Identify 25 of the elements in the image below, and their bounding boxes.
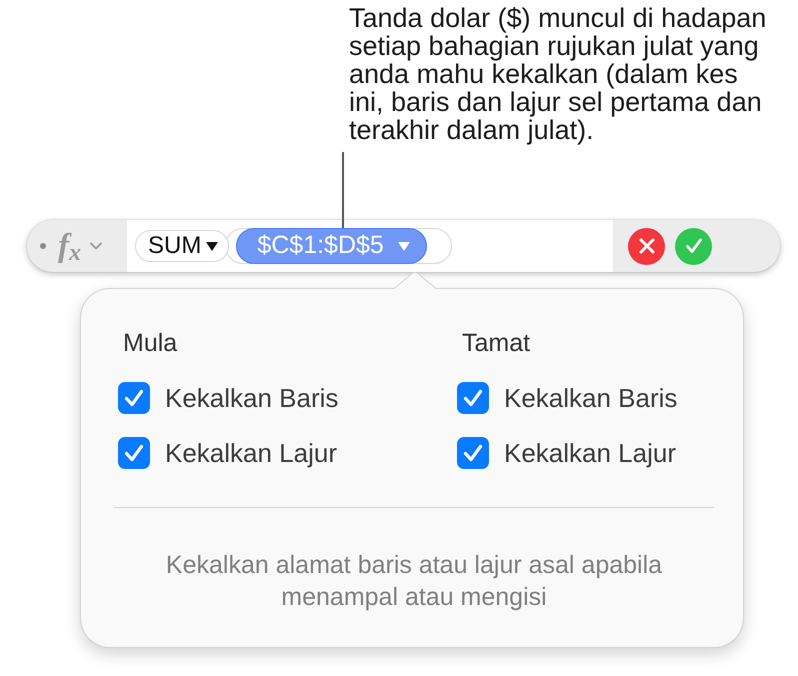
caret-icon[interactable] [206,242,218,250]
checkbox-label: Kekalkan Baris [165,383,338,413]
checkmark-icon [124,389,144,407]
hint-text: Kekalkan alamat baris atau lajur asal apabila menampal atau mengisi [164,550,664,613]
checkbox-label: Kekalkan Lajur [504,438,676,468]
function-token[interactable]: SUM [135,230,230,262]
checkmark-icon [124,444,144,462]
dot-icon [40,243,46,249]
checkmark-icon [463,444,483,462]
chevron-icon[interactable] [90,242,102,250]
accept-button[interactable] [675,228,712,264]
checkbox[interactable] [457,382,489,414]
cancel-button[interactable] [628,228,665,264]
column-heading: Tamat [461,329,532,357]
checkbox[interactable] [118,382,150,414]
column-heading: Mula [122,329,178,357]
checkbox[interactable] [118,437,150,469]
checkmark-icon [686,238,702,254]
checkbox-label: Kekalkan Lajur [165,438,337,468]
callout-text: Tanda dolar ($) muncul di hadapan setiap bahagian rujukan julat yang anda mahu kekalkan (dalam kes ini, baris dan lajur sel pertama dan terakhir dalam julat). [349,2,768,144]
checkbox[interactable] [457,437,489,469]
checkmark-icon [463,389,483,407]
checkbox-label: Kekalkan Baris [504,383,678,413]
formula-field[interactable]: SUM $C$1:$D$5 [127,220,613,272]
close-icon [638,238,654,254]
